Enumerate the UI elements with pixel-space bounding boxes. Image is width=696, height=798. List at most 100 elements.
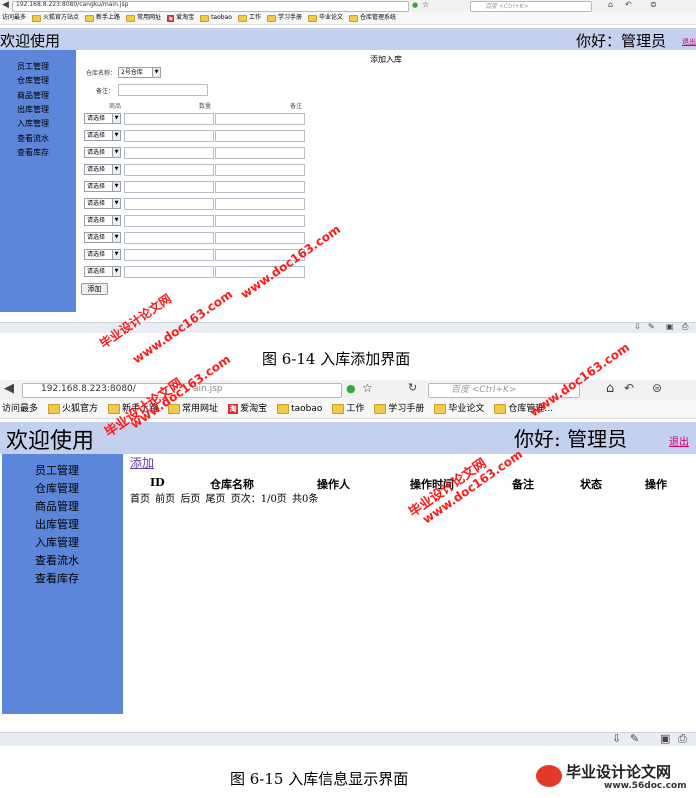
bookmark-item[interactable]: taobao [277, 400, 322, 418]
goods-select[interactable]: 请选择 ▼ [84, 198, 121, 209]
remark-input[interactable] [118, 84, 208, 96]
goods-select[interactable]: 请选择 ▼ [84, 147, 121, 158]
undo-icon[interactable]: ↶ [625, 0, 632, 9]
add-button[interactable]: 添加 [81, 283, 108, 295]
sidebar-item[interactable]: 出库管理 [35, 516, 79, 532]
bookmark-item[interactable]: 工作 [332, 400, 364, 418]
sidebar-item[interactable]: 查看库存 [35, 570, 79, 586]
note-input[interactable] [215, 130, 305, 142]
pagination[interactable]: 首页 前页 后页 尾页 页次：1/0页 共0条 [130, 490, 318, 505]
note-input[interactable] [215, 164, 305, 176]
bookmark-item[interactable]: taobao [200, 12, 232, 24]
qty-input[interactable] [124, 113, 214, 125]
back-icon[interactable]: ◀ [2, 0, 9, 10]
goods-select[interactable]: 请选择 ▼ [84, 130, 121, 141]
go-icon[interactable]: ● [346, 382, 356, 395]
sidebar-item[interactable]: 入库管理 [17, 118, 49, 129]
tools-icon[interactable]: ⊜ [652, 381, 662, 395]
qty-input[interactable] [124, 147, 214, 159]
download-icon[interactable]: ⇩ [612, 732, 621, 745]
bookmark-item[interactable]: 火狐官方 [48, 400, 98, 418]
bookmark-item[interactable]: 毕业论文 [434, 400, 484, 418]
url-field[interactable]: 192.168.8.223:8080/cangku/main.jsp [12, 1, 409, 12]
bookmark-item[interactable]: 常用网址 [126, 12, 161, 24]
figure-caption-1: 图 6-14 入库添加界面 [262, 350, 411, 368]
qty-input[interactable] [124, 232, 214, 244]
sidebar-item[interactable]: 员工管理 [35, 462, 79, 478]
qty-input[interactable] [124, 198, 214, 210]
note-input[interactable] [215, 198, 305, 210]
bookmark-item[interactable]: 新手上路 [85, 12, 121, 24]
bookmark-item[interactable]: 淘爱淘宝 [167, 12, 195, 24]
column-header: 状态 [580, 478, 602, 491]
sidebar-item[interactable]: 仓库管理 [35, 480, 79, 496]
qty-input[interactable] [124, 164, 214, 176]
goods-select[interactable]: 请选择 ▼ [84, 181, 121, 192]
qty-input[interactable] [124, 249, 214, 261]
addon-icon[interactable]: ✎ [648, 322, 655, 331]
goods-select[interactable]: 请选择 ▼ [84, 164, 121, 175]
tools-icon[interactable]: ⊜ [650, 0, 657, 9]
print-icon[interactable]: ⎙ [682, 322, 688, 332]
goods-select[interactable]: 请选择 ▼ [84, 215, 121, 226]
bookmark-label: 爱淘宝 [176, 14, 195, 21]
bookmark-item[interactable]: 淘爱淘宝 [228, 400, 267, 418]
sidebar-item[interactable]: 查看库存 [17, 147, 49, 158]
goods-select[interactable]: 请选择 ▼ [84, 113, 121, 124]
window-icon[interactable]: ▣ [666, 322, 674, 331]
sidebar-item[interactable]: 员工管理 [17, 61, 49, 72]
qty-input[interactable] [124, 130, 214, 142]
goods-select-value: 请选择 [87, 132, 106, 139]
bookmark-item[interactable]: 访问最多 [2, 400, 38, 418]
url-text: 192.168.8.223:8080/ [41, 384, 136, 394]
home-icon[interactable]: ⌂ [608, 0, 613, 9]
note-input[interactable] [215, 113, 305, 125]
star-icon[interactable]: ☆ [422, 0, 429, 9]
window-icon[interactable]: ▣ [660, 732, 670, 745]
logout-link[interactable]: 退出 [682, 37, 696, 47]
sidebar-item[interactable]: 查看流水 [17, 133, 49, 144]
remark-label: 备注： [96, 88, 115, 95]
bookmark-label: 新手上路 [96, 14, 121, 21]
sidebar-item[interactable]: 出库管理 [17, 104, 49, 115]
logout-link[interactable]: 退出 [669, 433, 689, 448]
goods-select-value: 请选择 [87, 217, 106, 224]
sidebar-item[interactable]: 入库管理 [35, 534, 79, 550]
print-icon[interactable]: ⎙ [678, 732, 687, 746]
bookmark-item[interactable]: 仓库管理系统 [348, 12, 396, 24]
goods-select[interactable]: 请选择 ▼ [84, 249, 121, 260]
sidebar-item[interactable]: 查看流水 [35, 552, 79, 568]
add-link[interactable]: 添加 [130, 454, 154, 471]
download-icon[interactable]: ⇩ [634, 322, 641, 331]
bookmark-item[interactable]: 访问最多 [2, 12, 26, 24]
bookmark-item[interactable]: 毕业论文 [307, 12, 343, 24]
undo-icon[interactable]: ↶ [624, 381, 634, 395]
back-icon[interactable]: ◀ [4, 381, 14, 396]
qty-input[interactable] [124, 181, 214, 193]
bookmark-item[interactable]: 工作 [237, 12, 261, 24]
note-input[interactable] [215, 215, 305, 227]
bookmark-item[interactable]: 学习手册 [374, 400, 424, 418]
sidebar-item[interactable]: 商品管理 [35, 498, 79, 514]
addon-icon[interactable]: ✎ [630, 732, 639, 745]
qty-input[interactable] [124, 266, 214, 278]
taobao-icon: 淘 [228, 404, 239, 414]
reload-icon[interactable]: ↻ [408, 381, 417, 394]
go-icon[interactable]: ● [412, 1, 418, 9]
goods-select[interactable]: 请选择 ▼ [84, 232, 121, 243]
note-input[interactable] [215, 232, 305, 244]
sidebar-item[interactable]: 商品管理 [17, 90, 49, 101]
qty-input[interactable] [124, 215, 214, 227]
note-input[interactable] [215, 147, 305, 159]
search-field[interactable]: 百度 <Ctrl+K> [470, 1, 592, 12]
goods-select[interactable]: 请选择 ▼ [84, 266, 121, 277]
warehouse-select[interactable]: 2号仓库 ▼ [118, 67, 161, 78]
bookmark-item[interactable]: 火狐官方站点 [32, 12, 79, 24]
folder-icon [307, 14, 317, 22]
star-icon[interactable]: ☆ [362, 381, 373, 395]
bookmark-item[interactable]: 学习手册 [266, 12, 302, 24]
note-input[interactable] [215, 181, 305, 193]
sidebar-item[interactable]: 仓库管理 [17, 75, 49, 86]
search-placeholder: 百度 <Ctrl+K> [485, 3, 529, 10]
home-icon[interactable]: ⌂ [606, 381, 614, 396]
